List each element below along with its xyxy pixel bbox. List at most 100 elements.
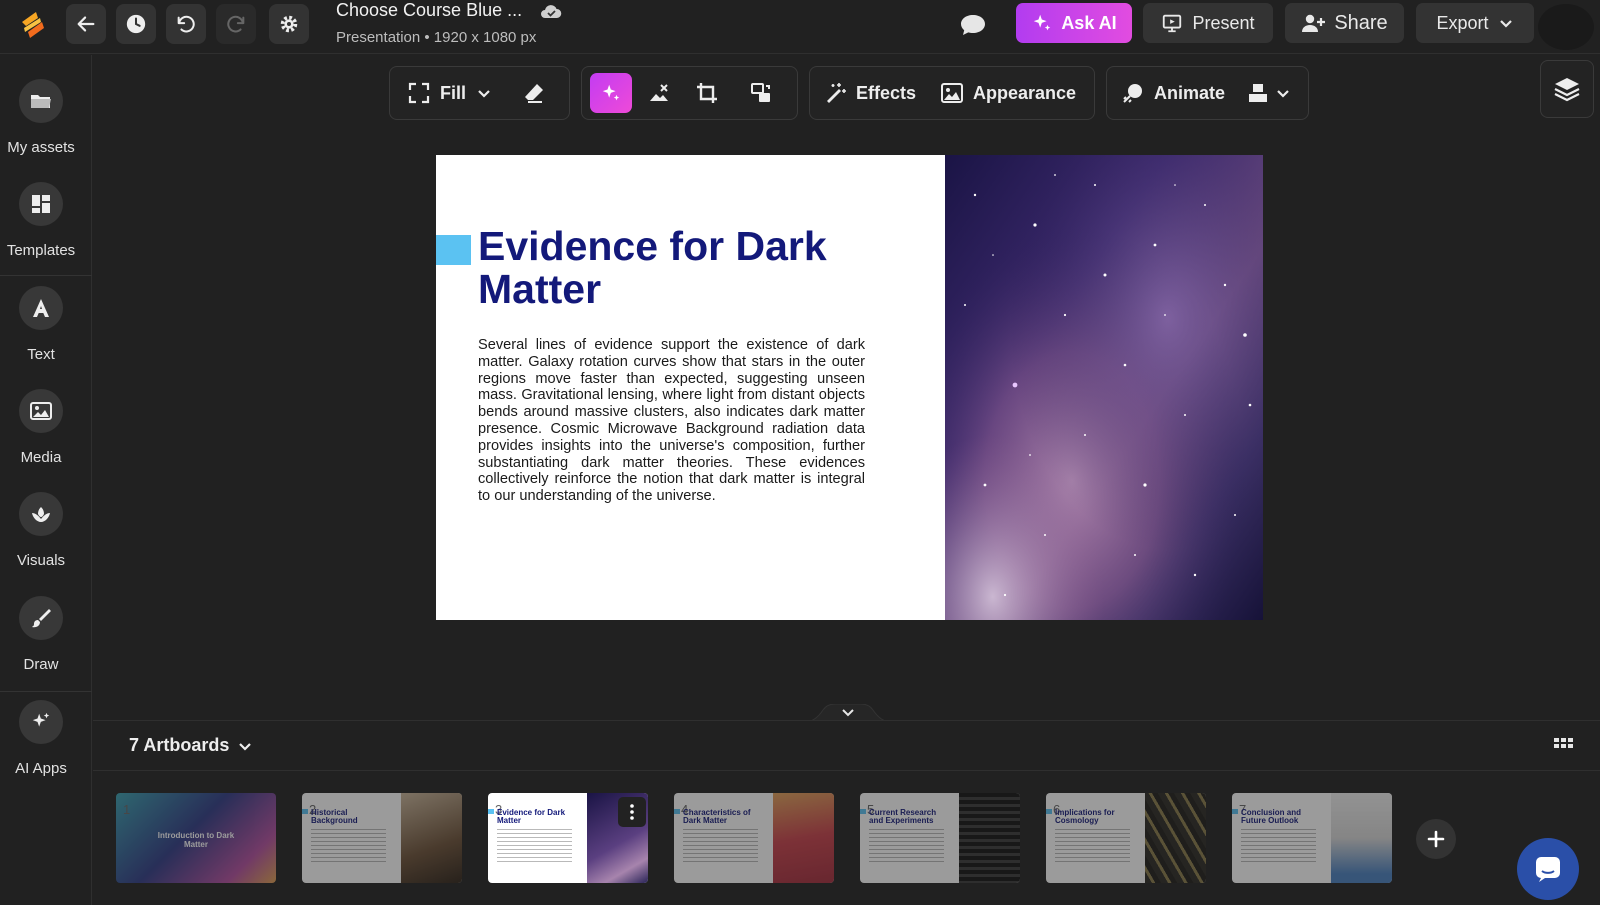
sidebar-item-my-assets[interactable]: My assets (0, 55, 92, 158)
crop-button[interactable] (696, 67, 718, 119)
sidebar-item-media[interactable]: Media (0, 365, 92, 468)
present-icon (1163, 14, 1182, 33)
artboard-title: Evidence for Dark Matter (497, 808, 566, 825)
magic-edit-button[interactable] (590, 73, 632, 113)
image-icon (941, 83, 963, 103)
remove-background-icon (650, 84, 668, 101)
animate-button[interactable]: Animate (1122, 67, 1225, 119)
chevron-down-icon (1499, 20, 1512, 28)
clock-icon (126, 14, 146, 34)
support-chat-button[interactable] (1517, 838, 1579, 900)
ask-ai-label: Ask AI (1061, 12, 1117, 33)
eraser-button[interactable] (523, 67, 545, 119)
artboard-more-button[interactable] (618, 797, 646, 827)
sidebar-item-text[interactable]: Text (0, 262, 92, 365)
artboard-thumb-7[interactable]: 7 Conclusion and Future Outlook (1232, 793, 1392, 883)
artboards-dropdown[interactable]: 7 Artboards (129, 735, 253, 756)
image-tools-group (581, 66, 798, 120)
magic-wand-icon (827, 83, 846, 103)
fill-dropdown[interactable]: Fill (408, 67, 492, 119)
user-avatar[interactable] (1538, 4, 1594, 50)
text-icon (19, 286, 63, 330)
appearance-label: Appearance (973, 82, 1077, 103)
appearance-button[interactable]: Appearance (941, 67, 1076, 119)
settings-button[interactable] (269, 4, 309, 44)
artboard-title: Introduction to Dark Matter (157, 831, 235, 849)
sidebar-item-label: My assets (7, 139, 75, 156)
back-button[interactable] (66, 4, 106, 44)
comment-icon[interactable] (958, 12, 988, 38)
fill-label: Fill (440, 82, 466, 103)
export-button[interactable]: Export (1416, 3, 1534, 43)
ask-ai-button[interactable]: Ask AI (1016, 3, 1132, 43)
left-sidebar: My assets Templates Text Media Visuals D… (0, 55, 92, 905)
animate-tool-group: Animate (1106, 66, 1309, 120)
effects-button[interactable]: Effects (824, 67, 916, 119)
redo-button[interactable] (216, 4, 256, 44)
artboard-thumb-2[interactable]: 2 Historical Background (302, 793, 462, 883)
layers-icon (1554, 78, 1580, 102)
artboard-thumb-6[interactable]: 6 Implications for Cosmology (1046, 793, 1206, 883)
sidebar-item-label: Media (20, 449, 62, 466)
slide-title[interactable]: Evidence for Dark Matter (478, 225, 918, 311)
sidebar-item-label: AI Apps (15, 760, 67, 777)
present-button[interactable]: Present (1143, 3, 1273, 43)
sidebar-item-label: Visuals (16, 552, 66, 569)
artboards-panel: 7 Artboards 1 Introduction to Dark Matte… (93, 720, 1600, 905)
effects-tool-group: Effects Appearance (809, 66, 1095, 120)
more-tools-dropdown[interactable] (1247, 67, 1291, 119)
document-title[interactable]: Choose Course Blue ... (336, 0, 522, 21)
artboard-thumb-5[interactable]: 5 Current Research and Experiments (860, 793, 1020, 883)
chevron-down-icon (1277, 90, 1289, 98)
expand-icon (408, 82, 430, 104)
artboard-thumb-4[interactable]: 4 Characteristics of Dark Matter (674, 793, 834, 883)
position-icon (1249, 84, 1267, 102)
replace-image-icon (751, 83, 770, 102)
fill-tool-group: Fill (389, 66, 570, 120)
sparkle-icon (602, 84, 620, 101)
brush-icon (19, 596, 63, 640)
chat-icon (1536, 857, 1560, 882)
galaxy-photo[interactable] (945, 155, 1263, 620)
present-label: Present (1192, 12, 1255, 33)
add-artboard-button[interactable] (1416, 819, 1456, 859)
artboard-thumb-3[interactable]: 3 Evidence for Dark Matter (488, 793, 648, 883)
sidebar-item-templates[interactable]: Templates (0, 158, 92, 261)
sparkle-icon (1034, 14, 1051, 31)
document-subtitle: Presentation • 1920 x 1080 px (336, 29, 537, 46)
sidebar-item-draw[interactable]: Draw (0, 572, 92, 675)
export-label: Export (1436, 12, 1489, 33)
image-icon (19, 389, 63, 433)
sidebar-item-label: Text (27, 346, 55, 363)
artboard-number: 1 (123, 802, 131, 817)
plus-icon (1427, 830, 1445, 848)
slide-body-text[interactable]: Several lines of evidence support the ex… (478, 337, 865, 505)
sidebar-item-label: Draw (23, 656, 59, 673)
folder-icon (19, 79, 63, 123)
artboard-title: Conclusion and Future Outlook (1241, 808, 1301, 825)
templates-icon (19, 182, 63, 226)
slide-canvas[interactable]: Evidence for Dark Matter Several lines o… (436, 155, 1263, 620)
chevron-down-icon (239, 742, 252, 751)
panel-divider (93, 770, 1600, 771)
history-button[interactable] (116, 4, 156, 44)
add-user-icon (1302, 14, 1326, 32)
artboard-title: Historical Background (311, 808, 358, 825)
artboard-thumb-1[interactable]: 1 Introduction to Dark Matter (116, 793, 276, 883)
share-label: Share (1334, 11, 1388, 34)
sidebar-item-ai-apps[interactable]: AI Apps (0, 676, 92, 779)
effects-label: Effects (856, 82, 917, 103)
replace-image-button[interactable] (750, 67, 772, 119)
remove-background-button[interactable] (648, 67, 670, 119)
share-button[interactable]: Share (1285, 3, 1404, 43)
artboard-title: Current Research and Experiments (869, 808, 937, 825)
app-logo-icon[interactable] (16, 8, 50, 42)
undo-button[interactable] (166, 4, 206, 44)
sidebar-item-label: Templates (6, 242, 76, 259)
animate-icon (1123, 84, 1142, 103)
chevron-down-icon (478, 90, 490, 98)
sidebar-item-visuals[interactable]: Visuals (0, 468, 92, 571)
grid-view-icon[interactable] (1554, 738, 1574, 754)
artboard-title: Implications for Cosmology (1055, 808, 1115, 825)
layers-button[interactable] (1540, 60, 1594, 118)
